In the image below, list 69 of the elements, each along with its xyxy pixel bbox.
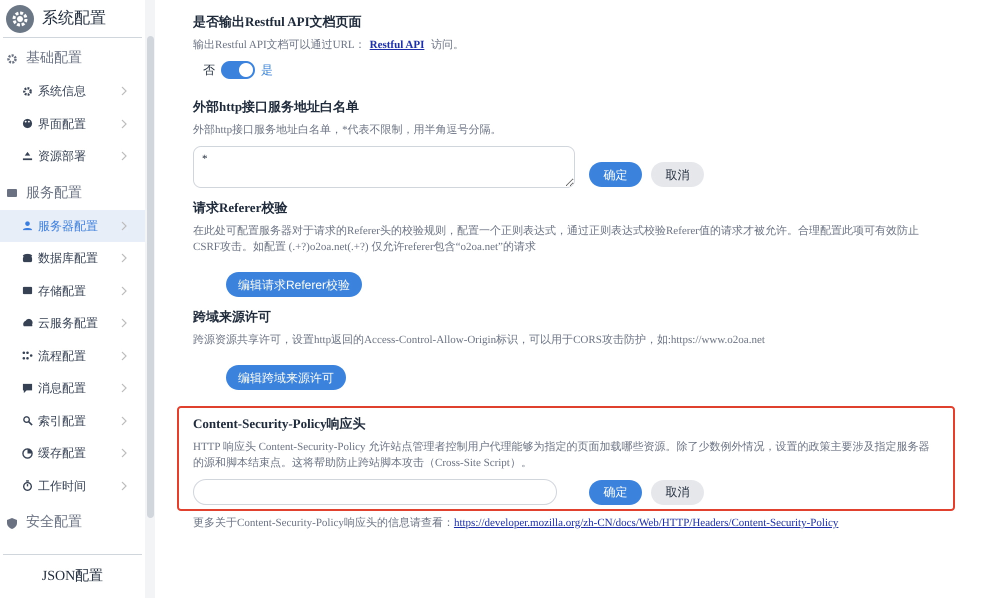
group-icon (6, 187, 18, 199)
item-icon (22, 415, 33, 426)
chevron-icon (121, 86, 127, 96)
off-label: 否 (203, 62, 215, 79)
sidebar-group[interactable]: 基础配置 (0, 42, 145, 75)
sidebar-item[interactable]: 系统信息 (0, 75, 145, 108)
edit-button[interactable]: 编辑跨域来源许可 (226, 365, 346, 390)
confirm-button[interactable]: 确定 (589, 480, 642, 504)
chevron-icon (121, 383, 127, 394)
section-title: 跨域来源许可 (193, 308, 272, 326)
section-description: HTTP 响应头 Content-Security-Policy 允许站点管理者控制用户代理能够为指定的页面加载哪些资源。除了少数例外情况，设置的政策主要涉及指定服务器的源和脚本结束点。这将帮助防止跨站脚本攻击（Cross-Site Script）。 (193, 440, 930, 471)
section-title: 请求Referer校验 (193, 199, 288, 217)
chevron-icon (121, 253, 127, 264)
chevron-icon (121, 286, 127, 296)
chevron-icon (121, 350, 127, 361)
item-icon (22, 118, 33, 130)
link[interactable]: Restful API (370, 39, 424, 51)
edit-button[interactable]: 编辑请求Referer校验 (226, 272, 362, 297)
section-description: 外部http接口服务地址白名单，*代表不限制，用半角逗号分隔。 (193, 122, 503, 138)
sidebar-item[interactable]: 消息配置 (0, 372, 145, 404)
footnote: 更多关于Content-Security-Policy响应头的信息请查看：https://developer.mozilla.org/zh-CN/docs/Web/HTTP/Headers/Content-Security-Policy (193, 516, 840, 531)
chevron-icon (121, 318, 127, 328)
group-icon (6, 516, 18, 528)
sidebar-item[interactable]: 流程配置 (0, 340, 145, 372)
group-icon (6, 52, 18, 64)
cancel-button[interactable]: 取消 (651, 162, 704, 187)
sidebar-group[interactable]: 服务配置 (0, 176, 145, 210)
sidebar-item[interactable]: 工作时间 (0, 470, 145, 502)
item-icon (22, 350, 33, 362)
sidebar-item[interactable]: 界面配置 (0, 108, 145, 140)
sidebar-group[interactable]: 安全配置 (0, 506, 145, 539)
item-icon (22, 86, 33, 97)
sidebar-item[interactable]: 存储配置 (0, 274, 145, 307)
chevron-icon (121, 448, 127, 458)
chevron-icon (121, 480, 127, 491)
section-title: 是否输出Restful API文档页面 (193, 13, 363, 31)
item-icon (22, 285, 33, 296)
sidebar-item[interactable]: 缓存配置 (0, 437, 145, 470)
scrollbar-thumb[interactable] (146, 36, 154, 518)
chevron-icon (121, 220, 127, 231)
chevron-icon (121, 416, 127, 426)
chevron-icon (121, 118, 127, 129)
link[interactable]: https://developer.mozilla.org/zh-CN/docs/Web/HTTP/Headers/Content-Security-Policy (454, 517, 838, 529)
item-icon (22, 150, 33, 162)
section-title: Content-Security-Policy响应头 (193, 415, 367, 433)
chevron-icon (121, 151, 127, 162)
section-description: 输出Restful API文档可以通过URL： Restful API 访问。 (193, 38, 466, 53)
item-icon (22, 448, 33, 459)
section-description: 在此处可配置服务器对于请求的Referer头的校验规则，配置一个正则表达式，通过正则表达式校验Referer值的请求才被允许。合理配置此项可有效防止CSRF攻击。如配置 (.+?)o2oa.net(.+?) 仅允许referer包含“o2oa.net”的请求 (193, 224, 920, 255)
settings-icon (6, 4, 34, 32)
item-icon (22, 220, 33, 232)
section-description: 跨源资源共享许可，设置http返回的Access-Control-Allow-Origin标识，可以用于CORS攻击防护，如:https://www.o2oa.net (193, 332, 766, 348)
sidebar-item[interactable]: 数据库配置 (0, 242, 145, 274)
item-icon (22, 318, 33, 329)
text-area[interactable]: * (193, 146, 575, 188)
item-icon (22, 252, 33, 264)
cancel-button[interactable]: 取消 (651, 480, 704, 504)
toggle-switch[interactable] (221, 61, 255, 79)
confirm-button[interactable]: 确定 (589, 162, 642, 187)
sidebar-title: 系统配置 (42, 8, 106, 28)
sidebar-item[interactable]: 索引配置 (0, 404, 145, 437)
item-icon (22, 382, 33, 394)
sidebar-item[interactable]: 资源部署 (0, 140, 145, 172)
input-field[interactable] (193, 479, 557, 505)
on-label: 是 (261, 62, 273, 79)
item-icon (22, 480, 33, 492)
json-config-link[interactable]: JSON配置 (42, 566, 104, 587)
section-title: 外部http接口服务地址白名单 (193, 98, 360, 116)
sidebar-item[interactable]: 云服务配置 (0, 307, 145, 340)
